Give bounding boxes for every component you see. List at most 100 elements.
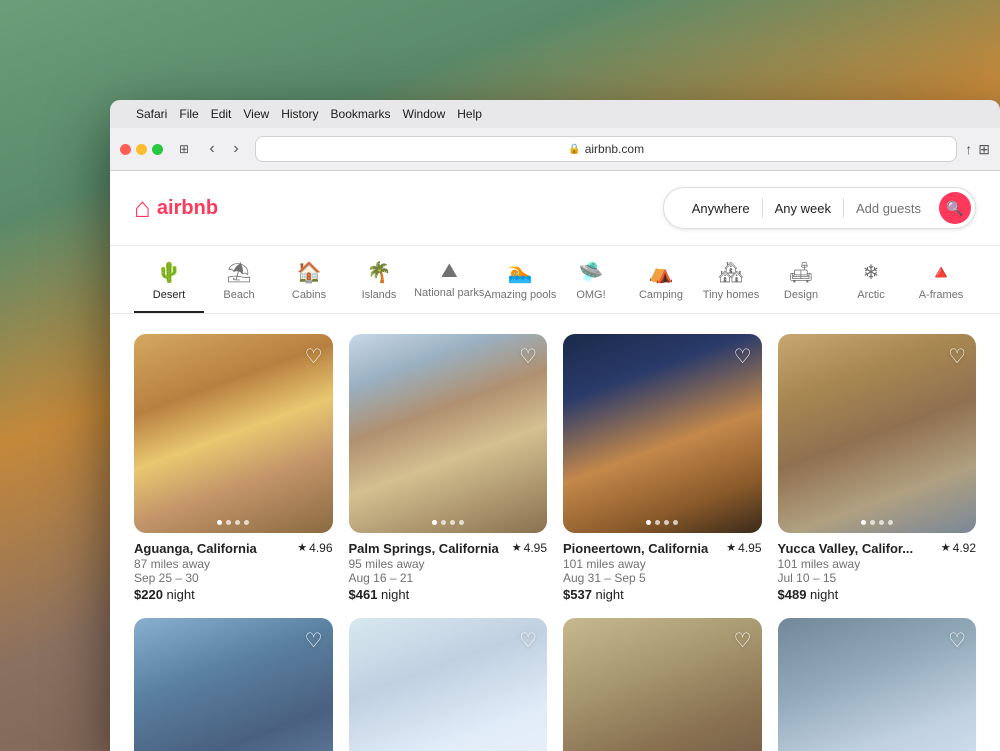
menu-safari[interactable]: Safari	[136, 107, 167, 121]
listing-location-1: Aguanga, California	[134, 541, 257, 556]
category-camping[interactable]: ⛺ Camping	[626, 246, 696, 313]
airbnb-header: ⌂ airbnb Anywhere Any week Add guests 🔍	[110, 171, 1000, 246]
menu-bookmarks[interactable]: Bookmarks	[331, 107, 391, 121]
category-a-frames[interactable]: 🔺 A-frames	[906, 246, 976, 313]
listing-image-5: ♡	[134, 618, 333, 751]
category-desert[interactable]: 🌵 Desert	[134, 246, 204, 313]
close-button[interactable]	[120, 144, 131, 155]
listing-photo-3	[563, 334, 762, 533]
search-button[interactable]: 🔍	[939, 192, 971, 224]
listing-location-2: Palm Springs, California	[349, 541, 499, 556]
dot-1	[217, 520, 222, 525]
listing-dates-1: Sep 25 – 30	[134, 571, 333, 585]
category-cabins[interactable]: 🏠 Cabins	[274, 246, 344, 313]
price-amount: $489	[778, 587, 807, 602]
address-bar[interactable]: 🔒 airbnb.com	[255, 136, 957, 162]
listing-card-4[interactable]: ♡ Yucca Valley, Califor... ★ 4.92 101 mi…	[778, 334, 977, 602]
menu-edit[interactable]: Edit	[211, 107, 232, 121]
wishlist-button-4[interactable]: ♡	[948, 344, 966, 369]
listing-dots-3	[646, 520, 678, 525]
cabins-icon: 🏠	[297, 260, 322, 285]
dot-2	[441, 520, 446, 525]
camping-icon: ⛺	[649, 260, 674, 285]
a-frames-label: A-frames	[919, 289, 964, 301]
search-dates[interactable]: Any week	[763, 195, 843, 222]
listing-card-8[interactable]: ♡ Desert Hot Springs, CA ★ 4.90 97 miles…	[778, 618, 977, 751]
listing-dates-3: Aug 31 – Sep 5	[563, 571, 762, 585]
wishlist-button-8[interactable]: ♡	[948, 628, 966, 653]
listing-rating-4: ★ 4.92	[941, 541, 976, 555]
listings-area: ♡ Aguanga, California ★ 4.96 87 miles aw…	[110, 314, 1000, 751]
menu-help[interactable]: Help	[457, 107, 482, 121]
menu-window[interactable]: Window	[403, 107, 446, 121]
dot-2	[655, 520, 660, 525]
menu-file[interactable]: File	[179, 107, 198, 121]
category-beach[interactable]: ⛱ Beach	[204, 246, 274, 313]
listing-dots-4	[861, 520, 893, 525]
dot-4	[459, 520, 464, 525]
listing-distance-2: 95 miles away	[349, 557, 548, 571]
listing-card-3[interactable]: ♡ Pioneertown, California ★ 4.95 101 mil…	[563, 334, 762, 602]
category-islands[interactable]: 🌴 Islands	[344, 246, 414, 313]
star-icon: ★	[512, 541, 522, 554]
listing-price-4: $489 night	[778, 587, 977, 602]
search-guests[interactable]: Add guests	[844, 195, 933, 222]
listing-card-5[interactable]: ♡ Joshua Tree, California ★ 4.97 108 mil…	[134, 618, 333, 751]
islands-label: Islands	[362, 289, 397, 301]
listing-card-6[interactable]: ♡ Borrego Springs, CA ★ 4.88 132 miles a…	[349, 618, 548, 751]
category-design[interactable]: 🛋 Design	[766, 246, 836, 313]
wishlist-button-7[interactable]: ♡	[734, 628, 752, 653]
listing-card-2[interactable]: ♡ Palm Springs, California ★ 4.95 95 mil…	[349, 334, 548, 602]
url-text: airbnb.com	[585, 142, 644, 156]
listing-rating-2: ★ 4.95	[512, 541, 547, 555]
dot-3	[879, 520, 884, 525]
listing-image-2: ♡	[349, 334, 548, 533]
wishlist-button-6[interactable]: ♡	[519, 628, 537, 653]
wishlist-button-1[interactable]: ♡	[305, 344, 323, 369]
listing-card-1[interactable]: ♡ Aguanga, California ★ 4.96 87 miles aw…	[134, 334, 333, 602]
dot-1	[861, 520, 866, 525]
category-arctic[interactable]: ❄ Arctic	[836, 246, 906, 313]
islands-icon: 🌴	[367, 260, 392, 285]
listing-info-3: Pioneertown, California ★ 4.95	[563, 541, 762, 556]
listing-image-8: ♡	[778, 618, 977, 751]
forward-button[interactable]: ›	[225, 138, 247, 160]
amazing-pools-label: Amazing pools	[484, 289, 556, 301]
listing-info-2: Palm Springs, California ★ 4.95	[349, 541, 548, 556]
listing-image-4: ♡	[778, 334, 977, 533]
search-location[interactable]: Anywhere	[680, 195, 762, 222]
cabins-label: Cabins	[292, 289, 326, 301]
price-amount: $220	[134, 587, 163, 602]
amazing-pools-icon: 🏊	[508, 260, 533, 285]
minimize-button[interactable]	[136, 144, 147, 155]
category-omg[interactable]: 🛸 OMG!	[556, 246, 626, 313]
wishlist-button-2[interactable]: ♡	[519, 344, 537, 369]
listing-dates-4: Jul 10 – 15	[778, 571, 977, 585]
airbnb-logo[interactable]: ⌂ airbnb	[134, 192, 218, 224]
desert-label: Desert	[153, 289, 185, 301]
design-label: Design	[784, 289, 818, 301]
maximize-button[interactable]	[152, 144, 163, 155]
listing-distance-1: 87 miles away	[134, 557, 333, 571]
menu-view[interactable]: View	[243, 107, 269, 121]
beach-icon: ⛱	[226, 260, 251, 285]
nav-buttons: ‹ ›	[201, 138, 247, 160]
beach-label: Beach	[223, 289, 254, 301]
wishlist-button-3[interactable]: ♡	[734, 344, 752, 369]
sidebar-toggle[interactable]: ⊞	[175, 140, 193, 158]
dot-4	[244, 520, 249, 525]
listing-card-7[interactable]: ♡ Twentynine Palms, CA ★ 4.93 115 miles …	[563, 618, 762, 751]
menu-history[interactable]: History	[281, 107, 318, 121]
tabs-icon[interactable]: ⊞	[978, 141, 990, 158]
traffic-lights	[120, 144, 163, 155]
share-icon[interactable]: ↑	[965, 141, 972, 157]
dot-1	[432, 520, 437, 525]
desert-icon: 🌵	[157, 260, 182, 285]
category-amazing-pools[interactable]: 🏊 Amazing pools	[485, 246, 557, 313]
back-button[interactable]: ‹	[201, 138, 223, 160]
category-tiny-homes[interactable]: 🏘 Tiny homes	[696, 246, 766, 313]
wishlist-button-5[interactable]: ♡	[305, 628, 323, 653]
listing-photo-2	[349, 334, 548, 533]
listing-photo-6	[349, 618, 548, 751]
category-national-parks[interactable]: ⛰ National parks	[414, 246, 485, 313]
